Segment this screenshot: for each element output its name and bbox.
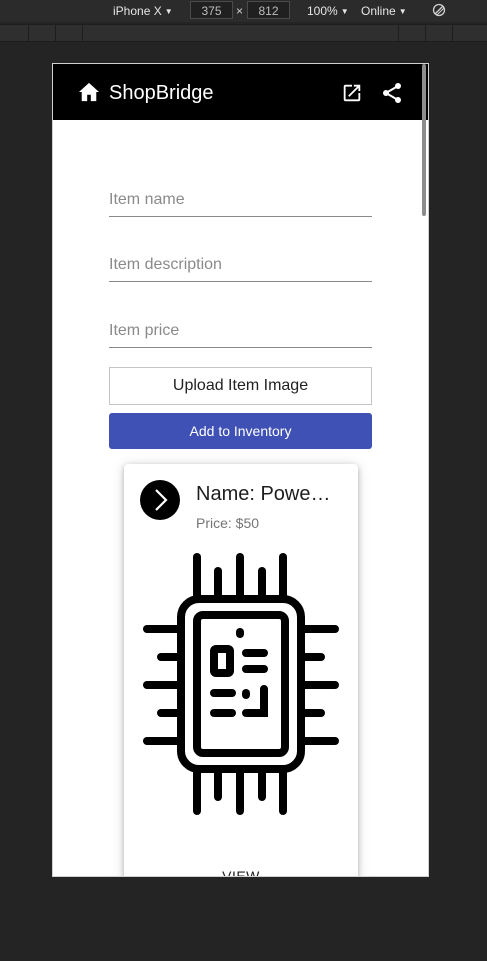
add-to-inventory-button[interactable]: Add to Inventory <box>109 413 372 449</box>
product-card: Name: Powe… Price: $50 VIEW <box>124 464 358 876</box>
product-price: Price: $50 <box>196 515 260 531</box>
rotate-icon[interactable] <box>432 3 446 17</box>
chevron-right-icon <box>155 489 168 511</box>
microchip-icon <box>143 553 339 815</box>
devtools-device-toolbar: iPhone X ▼ 375 × 812 100% ▼ Online ▼ <box>0 0 487 22</box>
zoom-select[interactable]: 100% ▼ <box>307 3 349 19</box>
share-icon[interactable] <box>380 81 404 105</box>
app-title: ShopBridge <box>109 82 214 104</box>
item-description-input[interactable] <box>109 251 372 279</box>
upload-image-button[interactable]: Upload Item Image <box>109 367 372 405</box>
device-viewport: ShopBridge Upload Item Image Add to Inve… <box>52 63 429 877</box>
media-query-ruler <box>0 24 487 42</box>
dimension-separator: × <box>236 4 244 18</box>
device-select[interactable]: iPhone X ▼ <box>113 3 173 19</box>
item-name-input[interactable] <box>109 186 372 214</box>
item-price-input[interactable] <box>109 317 372 345</box>
card-avatar[interactable] <box>140 480 180 520</box>
view-button[interactable]: VIEW <box>124 868 358 876</box>
page-scrollbar[interactable] <box>422 64 426 216</box>
app-bar: ShopBridge <box>53 64 428 120</box>
dropdown-arrow-icon: ▼ <box>164 7 173 16</box>
zoom-value: 100% <box>307 4 338 18</box>
item-name-field <box>109 186 372 217</box>
network-throttle-select[interactable]: Online ▼ <box>361 3 407 19</box>
network-value: Online <box>361 4 396 18</box>
home-icon[interactable] <box>78 82 100 102</box>
viewport-width-input[interactable]: 375 <box>190 1 233 19</box>
product-name: Name: Powe… <box>196 483 331 505</box>
device-name: iPhone X <box>113 4 162 18</box>
dropdown-arrow-icon: ▼ <box>340 7 349 16</box>
dropdown-arrow-icon: ▼ <box>398 7 407 16</box>
viewport-height-input[interactable]: 812 <box>247 1 290 19</box>
open-in-new-icon[interactable] <box>341 82 363 104</box>
item-description-field <box>109 251 372 282</box>
item-price-field <box>109 317 372 348</box>
